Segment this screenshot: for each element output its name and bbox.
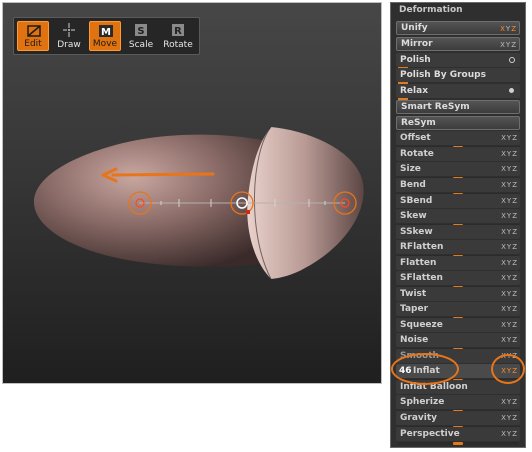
svg-text:M: M [101, 27, 111, 38]
squeeze-label: Squeeze [400, 320, 443, 330]
transform-toolbar: Edit Draw M Move S Scale R Rotate [13, 17, 200, 55]
rflatten-slider[interactable]: RFlatten XYZ [396, 240, 520, 258]
edit-label: Edit [24, 39, 42, 49]
panel-title[interactable]: Deformation [391, 3, 525, 18]
perspective-slider[interactable]: Perspective XYZ [396, 427, 520, 445]
draw-label: Draw [57, 40, 81, 50]
smart-resym-button[interactable]: Smart ReSym [396, 100, 520, 114]
gravity-slider[interactable]: Gravity XYZ [396, 411, 520, 429]
rotate-label: Rotate [163, 40, 193, 50]
sflatten-label: SFlatten [400, 273, 443, 283]
unify-label: Unify [401, 23, 428, 33]
axis-toggles[interactable]: XYZ [501, 194, 518, 208]
move-button[interactable]: M Move [89, 21, 121, 51]
move-icon: M [99, 25, 113, 38]
inflat-highlight-circle [391, 353, 459, 385]
offset-slider[interactable]: Offset XYZ [396, 131, 520, 149]
axis-toggles[interactable]: XYZ [501, 395, 518, 409]
flatten-label: Flatten [400, 258, 437, 268]
edit-icon [27, 25, 41, 37]
polish-toggle[interactable]: Polish [396, 53, 520, 70]
twist-label: Twist [400, 289, 427, 299]
rotate-icon: R [172, 24, 184, 37]
noise-slider[interactable]: Noise XYZ [396, 333, 520, 351]
sculpt-scene[interactable] [3, 3, 382, 384]
sbend-slider[interactable]: SBend XYZ [396, 194, 520, 212]
axis-toggles[interactable]: XYZ [501, 178, 518, 192]
axis-toggles[interactable]: XYZ [501, 411, 518, 425]
gravity-label: Gravity [400, 413, 438, 423]
twist-slider[interactable]: Twist XYZ [396, 287, 520, 305]
axis-toggles[interactable]: XYZ [501, 318, 518, 332]
axis-toggles[interactable]: XYZ [501, 131, 518, 145]
smart-resym-label: Smart ReSym [401, 102, 470, 112]
mesh-body[interactable] [33, 134, 271, 267]
deformation-panel: Deformation Unify XYZ Mirror XYZ Polish … [390, 2, 526, 448]
axis-highlight-circle [491, 354, 525, 384]
squeeze-slider[interactable]: Squeeze XYZ [396, 318, 520, 336]
axis-toggles[interactable]: XYZ [500, 38, 517, 52]
rflatten-label: RFlatten [400, 242, 444, 252]
unify-button[interactable]: Unify XYZ [396, 21, 520, 35]
polish-by-groups-toggle[interactable]: Polish By Groups [396, 68, 520, 85]
axis-toggles[interactable]: XYZ [501, 209, 518, 223]
bend-slider[interactable]: Bend XYZ [396, 178, 520, 196]
bend-label: Bend [400, 180, 426, 190]
flatten-slider[interactable]: Flatten XYZ [396, 256, 520, 274]
axis-toggles[interactable]: XYZ [501, 287, 518, 301]
offset-label: Offset [400, 133, 431, 143]
axis-toggles[interactable]: XYZ [500, 22, 517, 36]
rotate-label: Rotate [400, 149, 434, 159]
taper-slider[interactable]: Taper XYZ [396, 302, 520, 320]
draw-button[interactable]: Draw [53, 21, 85, 51]
mirror-label: Mirror [401, 39, 433, 49]
axis-toggles[interactable]: XYZ [501, 225, 518, 239]
noise-label: Noise [400, 335, 429, 345]
axis-toggles[interactable]: XYZ [501, 240, 518, 254]
size-slider[interactable]: Size XYZ [396, 162, 520, 180]
relax-label: Relax [400, 86, 428, 96]
axis-toggles[interactable]: XYZ [501, 271, 518, 285]
rotate-slider[interactable]: Rotate XYZ [396, 147, 520, 165]
svg-text:S: S [137, 26, 144, 37]
axis-toggles[interactable]: XYZ [501, 427, 518, 441]
mirror-button[interactable]: Mirror XYZ [396, 37, 520, 51]
draw-icon [63, 23, 75, 37]
canvas-viewport[interactable]: Edit Draw M Move S Scale R Rotate [2, 2, 382, 384]
spherize-slider[interactable]: Spherize XYZ [396, 395, 520, 413]
axis-toggles[interactable]: XYZ [501, 333, 518, 347]
axis-toggles[interactable]: XYZ [501, 256, 518, 270]
scale-button[interactable]: S Scale [125, 21, 157, 51]
relax-toggle[interactable]: Relax [396, 84, 520, 101]
rotate-button[interactable]: R Rotate [162, 21, 194, 51]
sskew-slider[interactable]: SSkew XYZ [396, 225, 520, 243]
radio-icon [509, 88, 514, 93]
sskew-label: SSkew [400, 227, 433, 237]
skew-slider[interactable]: Skew XYZ [396, 209, 520, 227]
axis-toggles[interactable]: XYZ [501, 302, 518, 316]
move-label: Move [92, 39, 118, 49]
scale-icon: S [135, 24, 147, 37]
spherize-label: Spherize [400, 397, 445, 407]
axis-toggles[interactable]: XYZ [501, 147, 518, 161]
taper-label: Taper [400, 304, 429, 314]
perspective-label: Perspective [400, 429, 460, 439]
edit-button[interactable]: Edit [17, 21, 49, 51]
sbend-label: SBend [400, 196, 433, 206]
skew-label: Skew [400, 211, 427, 221]
polish-label: Polish [400, 55, 431, 65]
polish-by-groups-label: Polish By Groups [400, 70, 486, 80]
sflatten-slider[interactable]: SFlatten XYZ [396, 271, 520, 289]
resym-label: ReSym [401, 118, 436, 128]
axis-toggles[interactable]: XYZ [501, 162, 518, 176]
radio-icon [509, 57, 515, 63]
resym-button[interactable]: ReSym [396, 116, 520, 130]
svg-text:R: R [174, 26, 182, 37]
slider-knob[interactable] [453, 442, 463, 445]
scale-label: Scale [128, 40, 154, 50]
size-label: Size [400, 164, 421, 174]
